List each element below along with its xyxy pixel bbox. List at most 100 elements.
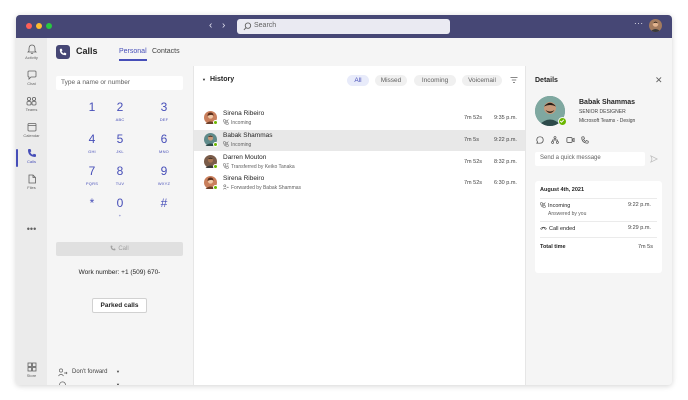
dial-key-2[interactable]: 2 ABC — [105, 100, 135, 128]
app-rail: Activity Chat Teams Calendar Calls Files… — [16, 38, 47, 385]
event-incoming: Incoming — [540, 202, 570, 209]
dial-key-6[interactable]: 6 MNO — [149, 132, 179, 160]
dial-key-5[interactable]: 5 JKL — [105, 132, 135, 160]
rail-item-store[interactable]: Store — [16, 360, 47, 384]
rail-item-calendar[interactable]: Calendar — [16, 120, 47, 144]
dial-letters: + — [118, 213, 122, 218]
maximize-window-button[interactable] — [46, 23, 52, 29]
call-button[interactable]: Call — [56, 242, 183, 256]
incoming-call-icon — [223, 119, 229, 125]
presence-available-icon — [213, 164, 218, 169]
dial-digit: 2 — [116, 100, 124, 114]
call-duration: 7m 52s — [464, 159, 483, 165]
minimize-window-button[interactable] — [36, 23, 42, 29]
close-icon[interactable]: ✕ — [655, 75, 663, 86]
file-icon — [28, 174, 36, 184]
more-options-button[interactable]: ··· — [634, 19, 644, 28]
dial-key-3[interactable]: 3 DEF — [149, 100, 179, 128]
audio-call-icon[interactable] — [581, 136, 589, 144]
dial-digit: * — [89, 196, 95, 210]
search-input[interactable]: Search — [237, 19, 450, 34]
close-window-button[interactable] — [26, 23, 32, 29]
tab-personal[interactable]: Personal — [119, 48, 147, 61]
dial-key-7[interactable]: 7 PQRS — [77, 164, 107, 192]
history-row-selected[interactable]: Babak Shammas Incoming 7m 5s 9:22 p.m. — [194, 130, 525, 151]
parked-calls-button[interactable]: Parked calls — [92, 298, 147, 313]
filter-all[interactable]: All — [347, 75, 369, 86]
quick-message-input[interactable]: Send a quick message — [535, 152, 645, 166]
transferred-call-icon — [223, 162, 229, 169]
contact-org: Microsoft Teams - Design — [579, 118, 636, 124]
history-header[interactable]: ▼ History — [202, 76, 234, 83]
dial-digit: 6 — [160, 132, 168, 146]
history-row[interactable]: Sirena Ribeiro Forwarded by Babak Shamma… — [194, 173, 525, 194]
rail-item-calls[interactable]: Calls — [16, 146, 47, 170]
filter-incoming[interactable]: Incoming — [414, 75, 456, 86]
presence-available-icon — [558, 117, 567, 126]
forward-icon — [58, 368, 68, 377]
call-forwarding-dropdown[interactable]: Don't forward ▼ — [58, 368, 168, 377]
number-input[interactable]: Type a name or number — [56, 76, 183, 90]
event-call-ended: Call ended — [540, 225, 575, 232]
audio-device-dropdown[interactable]: ▼ — [58, 381, 168, 385]
rail-item-teams[interactable]: Teams — [16, 94, 47, 118]
total-time-value: 7m 5s — [638, 244, 653, 250]
org-chart-icon[interactable] — [551, 136, 559, 144]
tab-contacts[interactable]: Contacts — [152, 48, 180, 55]
divider — [540, 221, 657, 222]
dial-key-0[interactable]: 0 + — [105, 196, 135, 224]
filter-missed[interactable]: Missed — [375, 75, 407, 86]
dial-pad-panel: Type a name or number 1 2 ABC 3 DEF 4 GHI 5… — [47, 66, 193, 385]
call-type: Transferred by Keiko Tanaka — [223, 162, 295, 170]
total-time-label: Total time — [540, 244, 566, 250]
video-call-icon[interactable] — [566, 136, 575, 144]
send-icon[interactable] — [650, 155, 658, 163]
rail-item-files[interactable]: Files — [16, 172, 47, 196]
rail-label: Files — [27, 185, 36, 190]
rail-label: Chat — [27, 81, 36, 86]
dial-letters: ABC — [115, 117, 125, 122]
rail-item-activity[interactable]: Activity — [16, 42, 47, 66]
chevron-down-icon: ▼ — [202, 77, 206, 82]
details-panel: Details ✕ Babak Shammas SENIOR DESIGNER … — [526, 66, 672, 385]
back-arrow-icon[interactable]: ‹ — [209, 20, 212, 32]
history-row[interactable]: Darren Mouton Transferred by Keiko Tanak… — [194, 152, 525, 173]
dial-key-1[interactable]: 1 — [77, 100, 107, 128]
dial-key-4[interactable]: 4 GHI — [77, 132, 107, 160]
app-header: Calls Personal Contacts — [47, 38, 672, 66]
rail-label: Calls — [27, 159, 36, 164]
dial-key-star[interactable]: * — [77, 196, 107, 224]
more-apps-button[interactable]: ••• — [16, 224, 47, 234]
phone-icon — [110, 245, 116, 251]
incoming-call-icon — [223, 141, 229, 147]
dial-digit: # — [160, 196, 168, 210]
dial-digit: 8 — [116, 164, 124, 178]
profile-avatar[interactable] — [649, 19, 662, 32]
call-date: August 4th, 2021 — [540, 187, 585, 193]
phone-icon — [27, 149, 36, 157]
forward-arrow-icon[interactable]: › — [222, 20, 225, 32]
call-type: Forwarded by Babak Shammas — [223, 184, 301, 191]
chat-icon[interactable] — [536, 136, 544, 144]
history-row[interactable]: Sirena Ribeiro Incoming 7m 52s 9:35 p.m. — [194, 108, 525, 129]
details-title: Details — [535, 77, 558, 84]
call-button-label: Call — [118, 246, 129, 252]
call-type-label: Transferred by Keiko Tanaka — [231, 164, 295, 170]
filter-icon[interactable] — [510, 76, 518, 84]
contact-name: Sirena Ribeiro — [223, 110, 265, 117]
dial-key-hash[interactable]: # — [149, 196, 179, 224]
dial-key-9[interactable]: 9 WXYZ — [149, 164, 179, 192]
dial-digit: 7 — [88, 164, 96, 178]
call-time: 6:30 p.m. — [494, 180, 517, 186]
call-time: 8:32 p.m. — [494, 159, 517, 165]
rail-item-chat[interactable]: Chat — [16, 68, 47, 92]
event-label: Call ended — [549, 226, 576, 232]
dial-digit: 3 — [160, 100, 168, 114]
dial-key-8[interactable]: 8 TUV — [105, 164, 135, 192]
contact-name: Babak Shammas — [579, 99, 636, 106]
filter-voicemail[interactable]: Voicemail — [462, 75, 502, 86]
rail-label: Teams — [25, 107, 38, 112]
presence-available-icon — [213, 185, 218, 190]
calls-app-icon — [56, 45, 70, 59]
call-duration: 7m 52s — [464, 115, 483, 121]
